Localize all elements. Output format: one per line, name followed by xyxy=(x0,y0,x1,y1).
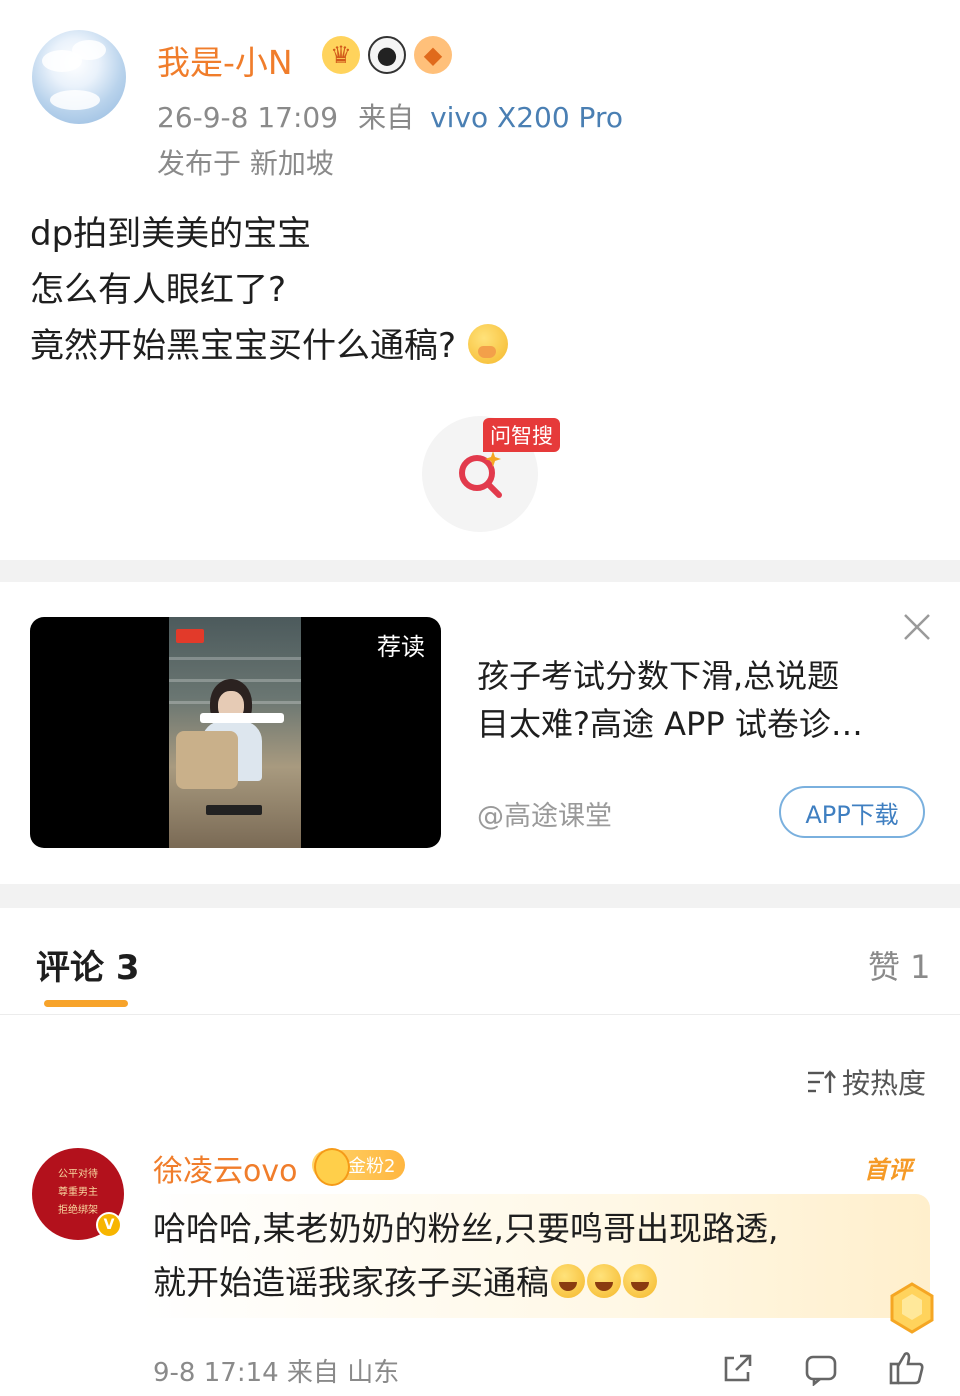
sort-label: 按热度 xyxy=(842,1067,927,1100)
from-label: 来自 xyxy=(358,101,415,134)
seal-line: 公平对待 xyxy=(58,1169,98,1180)
post-device[interactable]: vivo X200 Pro xyxy=(430,101,623,134)
comment-meta: 9-8 17:14 来自 山东 xyxy=(153,1358,400,1388)
divider xyxy=(0,1014,960,1015)
video-logo-tag xyxy=(176,629,204,643)
commenter-name[interactable]: 徐凌云ovo xyxy=(153,1146,297,1190)
like-icon[interactable] xyxy=(888,1350,926,1386)
ad-title[interactable]: 孩子考试分数下滑,总说题 目太难?高途 APP 试卷诊… xyxy=(477,652,929,748)
ad-video-thumbnail[interactable]: 荐读 xyxy=(30,617,441,848)
panda-icon[interactable]: ● xyxy=(368,36,406,74)
first-comment-badge: 首评 xyxy=(864,1156,912,1184)
video-shelf xyxy=(169,657,301,660)
video-caption-bar xyxy=(206,805,262,815)
active-tab-indicator xyxy=(44,1000,128,1007)
cover-mouth-emoji-icon xyxy=(468,323,509,364)
fan-level-badge[interactable]: 金粉2 xyxy=(312,1148,406,1186)
post-body-line: dp拍到美美的宝宝 xyxy=(30,214,312,254)
post-author-avatar[interactable] xyxy=(32,30,126,124)
post-location: 发布于 新加坡 xyxy=(157,147,334,180)
tab-likes[interactable]: 赞 1 xyxy=(868,942,931,988)
post-body-text: 竟然开始黑宝宝买什么通稿? xyxy=(30,326,457,366)
seal-line: 尊重男主 xyxy=(58,1187,98,1198)
laugh-icon xyxy=(587,1263,621,1298)
sort-by-hot-button[interactable]: 按热度 xyxy=(806,1062,926,1102)
recommend-label: 荐读 xyxy=(377,633,425,661)
crown-icon[interactable]: ♛ xyxy=(322,36,360,74)
sort-icon xyxy=(808,1070,836,1093)
comment-text-fragment: 就开始造谣我家孩子买通稿 xyxy=(153,1263,549,1302)
post-body-line: 怎么有人眼红了? xyxy=(30,270,287,310)
video-cat-image xyxy=(176,731,238,789)
post-body-line-with-emoji: 竟然开始黑宝宝买什么通稿? xyxy=(30,318,509,374)
post-timestamp: 26-9-8 17:09 xyxy=(157,101,339,134)
ad-title-line: 目太难?高途 APP 试卷诊… xyxy=(477,705,863,743)
post-meta: 26-9-8 17:09 来自 vivo X200 Pro xyxy=(157,96,623,136)
comment-text[interactable]: 哈哈哈,某老奶奶的粉丝,只要鸣哥出现路透, 就开始造谣我家孩子买通稿 xyxy=(153,1202,778,1310)
ad-source[interactable]: @高途课堂 xyxy=(477,794,612,833)
post-body: dp拍到美美的宝宝 怎么有人眼红了? 竟然开始黑宝宝买什么通稿? xyxy=(30,206,509,374)
ad-title-line: 孩子考试分数下滑,总说题 xyxy=(477,657,840,695)
tab-comments[interactable]: 评论 3 xyxy=(36,940,140,989)
comment-text-line-with-emoji: 就开始造谣我家孩子买通稿 xyxy=(153,1256,778,1310)
comment-text-line: 哈哈哈,某老奶奶的粉丝,只要鸣哥出现路透, xyxy=(153,1209,779,1248)
search-icon xyxy=(459,451,502,498)
medal-icon xyxy=(890,1282,934,1334)
user-badges: ♛ ● ◆ xyxy=(322,36,452,74)
smart-search-tag: 问智搜 xyxy=(483,418,560,452)
comment-icon[interactable] xyxy=(804,1354,838,1386)
close-icon[interactable] xyxy=(902,612,932,642)
video-subtitle-bar xyxy=(200,713,284,723)
verified-icon: V xyxy=(96,1212,122,1238)
fish-icon[interactable]: ◆ xyxy=(414,36,452,74)
laugh-icon xyxy=(623,1263,657,1298)
post-author-name[interactable]: 我是-小N xyxy=(157,36,293,84)
section-divider xyxy=(0,884,960,908)
avatar-seal-text: 公平对待 尊重男主 拒绝绑架 xyxy=(46,1166,110,1220)
laugh-icon xyxy=(551,1263,585,1298)
share-icon[interactable] xyxy=(720,1352,754,1386)
section-divider xyxy=(0,560,960,582)
app-download-button[interactable]: APP下载 xyxy=(779,786,925,838)
